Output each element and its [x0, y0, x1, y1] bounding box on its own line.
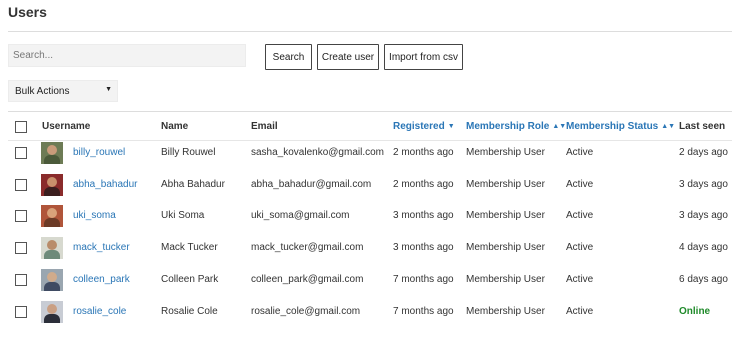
user-last-seen: 6 days ago [679, 274, 728, 285]
user-last-seen: 4 days ago [679, 242, 728, 253]
search-input[interactable] [8, 44, 246, 67]
username-link[interactable]: rosalie_cole [73, 306, 126, 317]
user-email: rosalie_cole@gmail.com [251, 306, 361, 317]
user-email: uki_soma@gmail.com [251, 210, 350, 221]
row-checkbox[interactable] [15, 274, 27, 286]
sort-icon: ▲▼ [552, 123, 567, 130]
sort-desc-icon: ▼ [447, 123, 455, 130]
user-registered: 3 months ago [393, 242, 454, 253]
user-membership-role: Membership User [466, 147, 545, 158]
user-last-seen: 3 days ago [679, 210, 728, 221]
create-user-button[interactable]: Create user [317, 44, 379, 70]
username-link[interactable]: uki_soma [73, 210, 116, 221]
user-email: mack_tucker@gmail.com [251, 242, 364, 253]
user-name: Billy Rouwel [161, 147, 216, 158]
import-csv-button[interactable]: Import from csv [384, 44, 463, 70]
user-membership-role: Membership User [466, 210, 545, 221]
user-membership-status: Active [566, 274, 594, 285]
user-last-seen: 2 days ago [679, 147, 728, 158]
column-header-username: Username [42, 121, 91, 132]
select-all-checkbox[interactable] [15, 121, 27, 133]
user-name: Mack Tucker [161, 242, 218, 253]
row-checkbox[interactable] [15, 306, 27, 318]
user-membership-role: Membership User [466, 179, 545, 190]
user-membership-role: Membership User [466, 274, 545, 285]
avatar [41, 301, 63, 323]
column-header-membership-role[interactable]: Membership Role ▲▼ [466, 121, 566, 132]
membership-role-header-label: Membership Role [466, 121, 550, 132]
username-link[interactable]: billy_rouwel [73, 147, 125, 158]
user-registered: 3 months ago [393, 210, 454, 221]
search-button[interactable]: Search [265, 44, 312, 70]
column-header-email: Email [251, 121, 278, 132]
header-divider [8, 140, 732, 141]
users-page: Users Search Create user Import from csv… [0, 0, 740, 337]
username-link[interactable]: mack_tucker [73, 242, 130, 253]
user-membership-status: Active [566, 306, 594, 317]
column-header-name: Name [161, 121, 189, 132]
avatar [41, 174, 63, 196]
username-link[interactable]: colleen_park [73, 274, 130, 285]
user-registered: 2 months ago [393, 179, 454, 190]
column-header-last-seen: Last seen [679, 121, 726, 132]
row-checkbox[interactable] [15, 147, 27, 159]
user-name: Abha Bahadur [161, 179, 225, 190]
user-membership-status: Active [566, 147, 594, 158]
user-email: sasha_kovalenko@gmail.com [251, 147, 384, 158]
user-membership-role: Membership User [466, 306, 545, 317]
user-registered: 7 months ago [393, 274, 454, 285]
user-membership-status: Active [566, 242, 594, 253]
sort-icon: ▲▼ [661, 123, 676, 130]
avatar [41, 142, 63, 164]
row-checkbox[interactable] [15, 242, 27, 254]
avatar [41, 237, 63, 259]
user-last-seen: Online [679, 306, 711, 317]
registered-header-label: Registered [393, 121, 445, 132]
avatar [41, 269, 63, 291]
membership-status-header-label: Membership Status [566, 121, 659, 132]
caret-down-icon: ▼ [105, 86, 112, 93]
title-divider [8, 31, 732, 32]
user-last-seen: 3 days ago [679, 179, 728, 190]
user-email: abha_bahadur@gmail.com [251, 179, 372, 190]
user-registered: 7 months ago [393, 306, 454, 317]
column-header-registered[interactable]: Registered ▼ [393, 121, 455, 132]
user-name: Colleen Park [161, 274, 219, 285]
page-title: Users [8, 4, 47, 20]
user-name: Rosalie Cole [161, 306, 218, 317]
user-membership-status: Active [566, 179, 594, 190]
username-link[interactable]: abha_bahadur [73, 179, 138, 190]
user-membership-status: Active [566, 210, 594, 221]
table-top-divider [8, 111, 732, 112]
bulk-actions-select[interactable]: Bulk Actions ▼ [8, 80, 118, 102]
user-name: Uki Soma [161, 210, 205, 221]
user-membership-role: Membership User [466, 242, 545, 253]
bulk-actions-label: Bulk Actions [15, 85, 70, 97]
column-header-membership-status[interactable]: Membership Status ▲▼ [566, 121, 675, 132]
avatar [41, 205, 63, 227]
user-registered: 2 months ago [393, 147, 454, 158]
row-checkbox[interactable] [15, 179, 27, 191]
user-email: colleen_park@gmail.com [251, 274, 364, 285]
row-checkbox[interactable] [15, 210, 27, 222]
